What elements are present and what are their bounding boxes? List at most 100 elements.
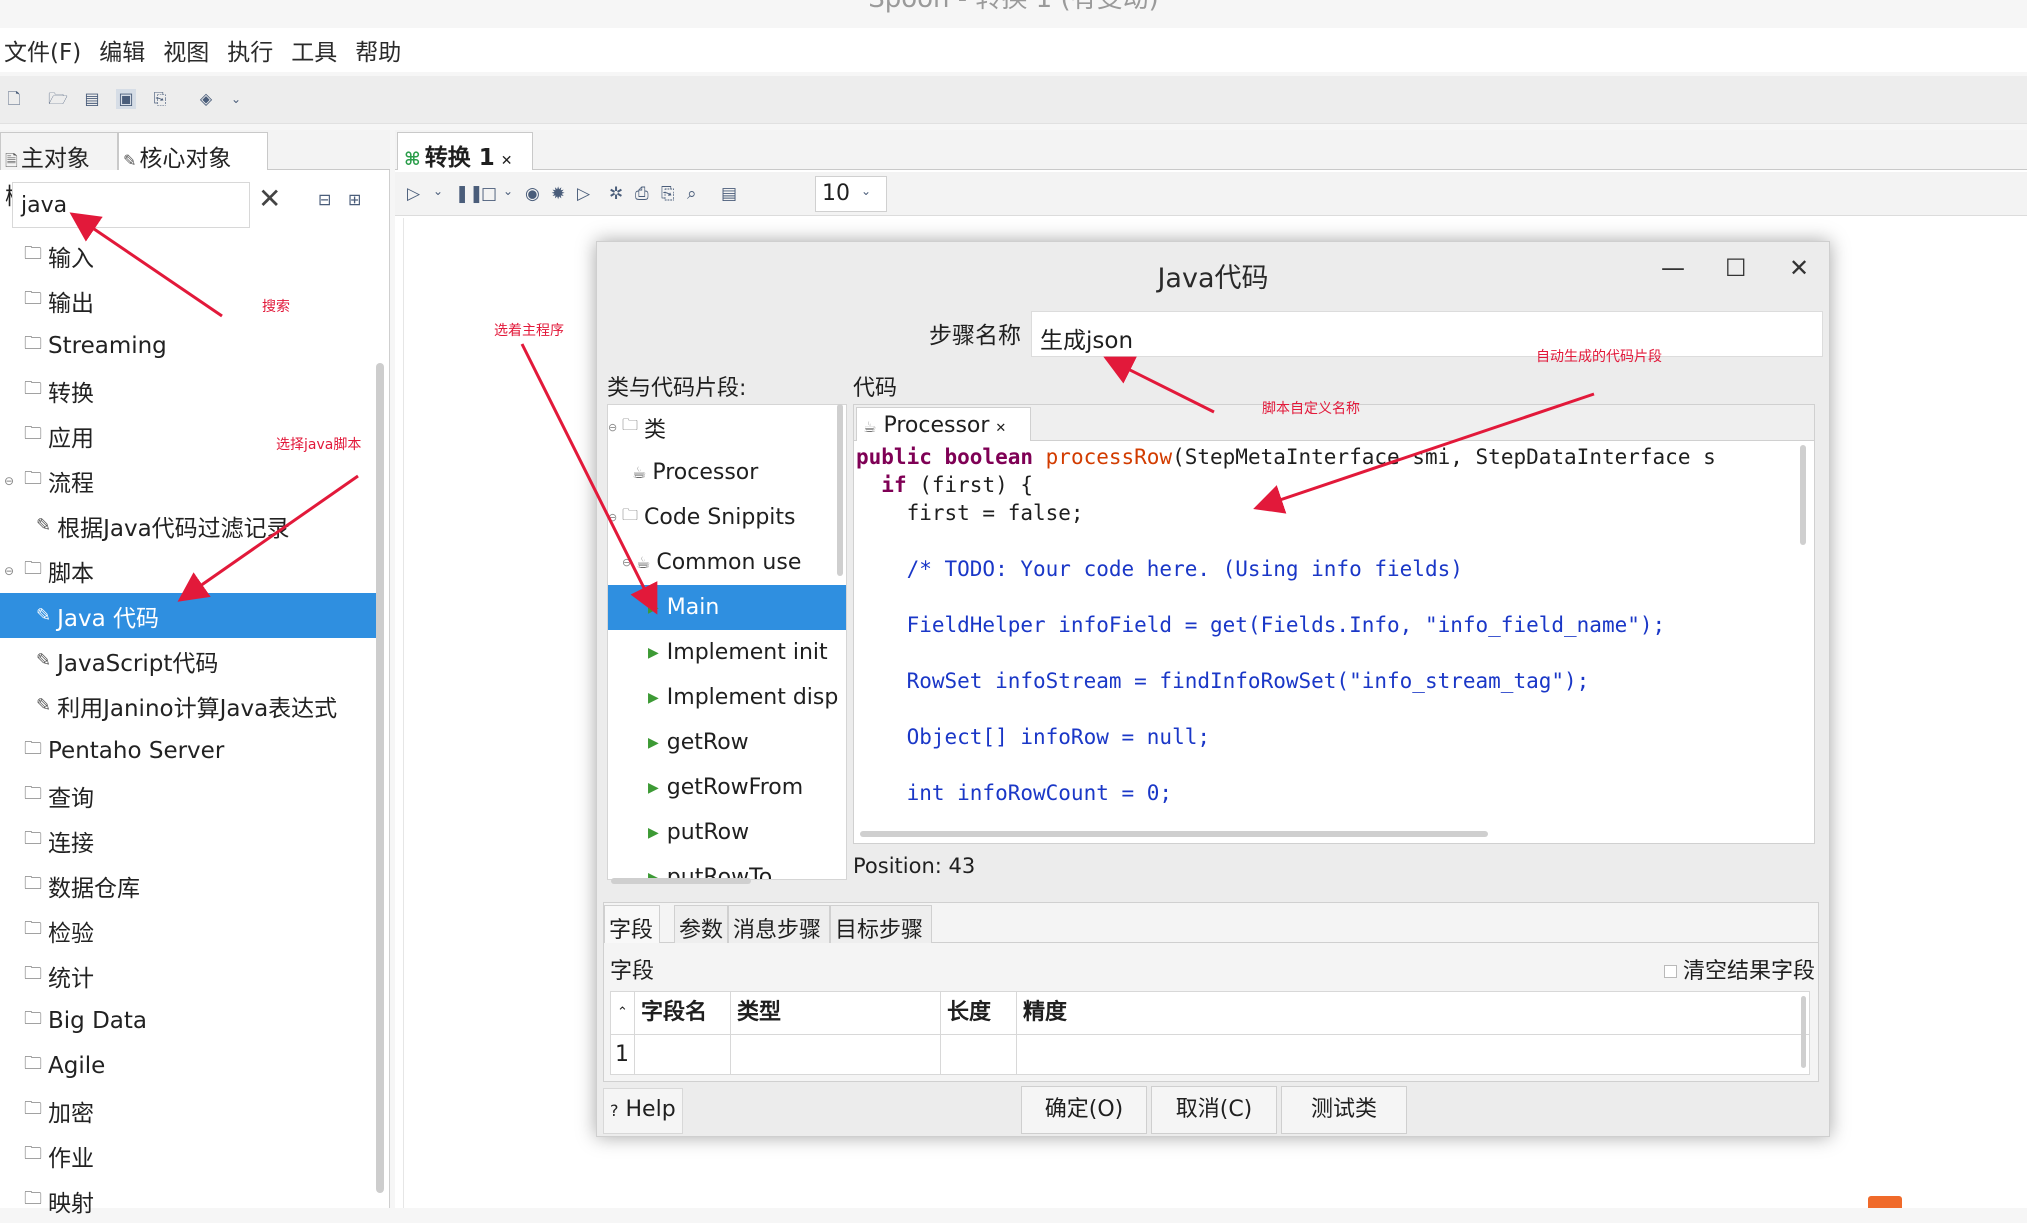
tab-fields[interactable]: 字段	[604, 905, 660, 943]
snippet-item[interactable]: ▶ Implement init	[608, 630, 846, 675]
tree-item[interactable]: 🗀 查询	[0, 773, 378, 818]
help-button[interactable]: ? Help	[603, 1088, 683, 1134]
run-icon[interactable]: ▷	[407, 184, 420, 204]
tree-item[interactable]: 🗀 Big Data	[0, 998, 378, 1043]
impact-icon[interactable]: ⎙	[635, 184, 649, 204]
snippet-item[interactable]: ☕ Processor	[608, 450, 846, 495]
tab-processor[interactable]: ☕ Processor ✕	[856, 407, 1032, 441]
table-cell[interactable]	[731, 1034, 941, 1074]
expand-toggle-icon[interactable]: ⊖	[622, 556, 636, 569]
menu-help[interactable]: 帮助	[353, 33, 409, 67]
col-field-name[interactable]: 字段名	[635, 992, 731, 1034]
snippet-item[interactable]: ▶ putRowTo	[608, 855, 846, 879]
tree-item[interactable]: ⊖ 🗀 流程	[0, 458, 378, 503]
tree-item[interactable]: 🗀 Streaming	[0, 323, 378, 368]
tree-item[interactable]: 🗀 连接	[0, 818, 378, 863]
ok-button[interactable]: 确定(O)	[1021, 1086, 1147, 1134]
code-editor[interactable]: public boolean processRow(StepMetaInterf…	[856, 443, 1796, 831]
layers-icon[interactable]: ◈	[196, 89, 216, 109]
snippet-item[interactable]: ▶ Implement disp	[608, 675, 846, 720]
maximize-icon[interactable]: ☐	[1725, 254, 1747, 282]
tab-main-tree[interactable]: 🗎主对象树	[0, 132, 118, 210]
step-name-input[interactable]: 生成json	[1031, 311, 1823, 357]
snippet-item[interactable]: ⊖ ☕ Common use	[608, 540, 846, 585]
tree-item[interactable]: 🗀 Pentaho Server	[0, 728, 378, 773]
tree-item[interactable]: 🗀 转换	[0, 368, 378, 413]
expand-toggle-icon[interactable]: ⊖	[608, 511, 622, 524]
chevron-down-icon[interactable]: ⌄	[226, 89, 246, 109]
col-type[interactable]: 类型	[731, 992, 941, 1034]
chevron-down-icon[interactable]: ⌄	[861, 184, 871, 198]
tree-item[interactable]: ✎ 利用Janino计算Java表达式	[0, 683, 378, 728]
clear-result-fields-checkbox[interactable]: 清空结果字段	[1664, 953, 1815, 985]
tab-core-objects[interactable]: ✎ 核心对象	[118, 132, 268, 172]
expand-tree-icon[interactable]: ⊞	[348, 190, 361, 209]
new-file-icon[interactable]: 🗋	[4, 89, 24, 109]
snippet-item[interactable]: ▶ Main	[608, 585, 846, 630]
tab-info-steps[interactable]: 消息步骤	[728, 905, 830, 943]
cancel-button[interactable]: 取消(C)	[1151, 1086, 1277, 1134]
close-icon[interactable]: ✕	[501, 153, 513, 169]
expand-toggle-icon[interactable]: ⊖	[4, 474, 14, 488]
tree-item[interactable]: 🗀 数据仓库	[0, 863, 378, 908]
tree-item[interactable]: ⊖ 🗀 脚本	[0, 548, 378, 593]
snippet-item[interactable]: ⊖ 🗀 类	[608, 405, 846, 450]
tree-item[interactable]: 🗀 输出	[0, 278, 378, 323]
snippet-item[interactable]: ⊖ 🗀 Code Snippits	[608, 495, 846, 540]
test-class-button[interactable]: 测试类	[1281, 1086, 1407, 1134]
tree-item[interactable]: 🗀 作业	[0, 1133, 378, 1178]
tree-item[interactable]: ✎ Java 代码	[0, 593, 378, 638]
snippets-scrollbar[interactable]	[837, 404, 843, 576]
chevron-down-icon[interactable]: ⌄	[433, 184, 443, 198]
open-file-icon[interactable]: 🗁	[48, 89, 68, 109]
menu-file[interactable]: 文件(F)	[2, 33, 89, 67]
tree-item[interactable]: 🗀 输入	[0, 233, 378, 278]
table-cell[interactable]	[1017, 1034, 1809, 1074]
code-hscrollbar[interactable]	[860, 831, 1488, 837]
chevron-down-icon[interactable]: ⌄	[503, 184, 513, 198]
col-length[interactable]: 长度	[941, 992, 1017, 1034]
pause-icon[interactable]: ❚❚	[455, 184, 484, 204]
results-icon[interactable]: ▤	[721, 184, 737, 204]
tab-target-steps[interactable]: 目标步骤	[830, 905, 932, 943]
menu-tools[interactable]: 工具	[289, 33, 345, 67]
table-scrollbar[interactable]	[1801, 996, 1806, 1068]
snippet-item[interactable]: ▶ putRow	[608, 810, 846, 855]
close-icon[interactable]: ✕	[995, 421, 1006, 436]
preview-icon[interactable]: ◉	[525, 184, 540, 204]
tab-transformation[interactable]: ⌘ 转换 1 ✕	[397, 132, 534, 171]
tree-scrollbar[interactable]	[376, 363, 384, 1193]
collapse-tree-icon[interactable]: ⊟	[318, 190, 331, 209]
save-as-icon[interactable]: ⎘	[150, 89, 170, 109]
table-cell[interactable]	[941, 1034, 1017, 1074]
tree-item[interactable]: 🗀 加密	[0, 1088, 378, 1133]
explore-db-icon[interactable]: ⌕	[687, 184, 697, 204]
tree-item[interactable]: 🗀 检验	[0, 908, 378, 953]
tree-item[interactable]: ✎ 根据Java代码过滤记录	[0, 503, 378, 548]
search-input[interactable]: java	[12, 182, 250, 228]
snippets-hscrollbar[interactable]	[611, 878, 751, 884]
expand-toggle-icon[interactable]: ⊖	[4, 564, 14, 578]
tree-item[interactable]: 🗀 统计	[0, 953, 378, 998]
snippet-item[interactable]: ▶ getRowFrom	[608, 765, 846, 810]
table-cell[interactable]	[635, 1034, 731, 1074]
save-icon[interactable]: ▣	[116, 89, 136, 109]
menu-edit[interactable]: 编辑	[97, 33, 153, 67]
replay-icon[interactable]: ▷	[577, 184, 590, 204]
tab-parameters[interactable]: 参数	[674, 905, 728, 943]
expand-toggle-icon[interactable]: ⊖	[608, 421, 622, 434]
tree-item[interactable]: 🗀 映射	[0, 1178, 378, 1223]
snippet-item[interactable]: ▶ getRow	[608, 720, 846, 765]
tree-item[interactable]: 🗀 Agile	[0, 1043, 378, 1088]
minimize-icon[interactable]: —	[1661, 254, 1685, 282]
verify-icon[interactable]: ✲	[609, 184, 623, 204]
debug-icon[interactable]: ✹	[551, 184, 565, 204]
code-scrollbar[interactable]	[1800, 445, 1806, 545]
menu-run[interactable]: 执行	[225, 33, 281, 67]
menu-view[interactable]: 视图	[161, 33, 217, 67]
explore-repository-icon[interactable]: ▤	[82, 89, 102, 109]
checkbox[interactable]	[1664, 965, 1677, 978]
sort-icon[interactable]: ⌃	[611, 992, 635, 1034]
zoom-select[interactable]: 10	[815, 176, 887, 212]
stop-icon[interactable]: □	[481, 184, 497, 204]
